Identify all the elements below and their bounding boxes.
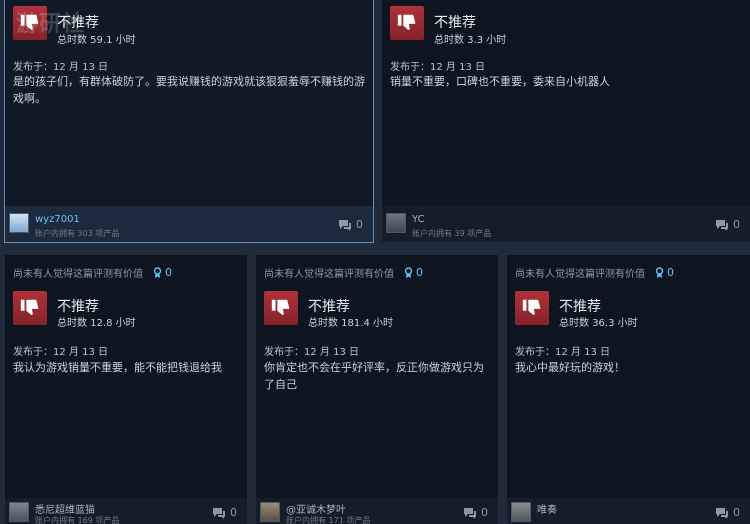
- comment-count[interactable]: 0: [338, 218, 363, 231]
- comment-count[interactable]: 0: [463, 506, 488, 519]
- reviewer-products: 账户内拥有 39 项产品: [412, 229, 492, 238]
- review-card[interactable]: 不推荐 总时数 59.1 小时 发布于：12 月 13 日 是的孩子们，有群体破…: [4, 0, 374, 243]
- review-text: 是的孩子们，有群体破防了。要我说赚钱的游戏就该狠狠羞辱不赚钱的游戏啊。: [13, 75, 365, 105]
- review-text: 你肯定也不会在乎好评率，反正你做游戏只为了自己: [264, 361, 484, 391]
- comment-count[interactable]: 0: [212, 506, 237, 519]
- avatar[interactable]: [9, 213, 29, 233]
- reviewer-products: 账户内拥有 169 项产品: [35, 516, 120, 524]
- posted-date: 发布于：12 月 13 日: [515, 347, 610, 358]
- review-text: 销量不重要，口碑也不重要，委来自小机器人: [390, 75, 610, 88]
- review-footer: wyz7001 账户内拥有 303 项产品 0: [5, 206, 373, 242]
- posted-date: 发布于：12 月 13 日: [13, 62, 108, 73]
- comment-icon: [339, 219, 351, 231]
- review-verdict: 不推荐: [559, 299, 601, 315]
- reviewer-products: 账户内拥有 303 项产品: [35, 229, 120, 238]
- comment-icon: [716, 507, 728, 519]
- comment-count[interactable]: 0: [715, 506, 740, 519]
- reviewer-products: 账户内拥有 171 项产品: [286, 516, 371, 524]
- award-icon: [655, 266, 664, 278]
- review-card[interactable]: 尚未有人觉得这篇评测有价值 0 不推荐 总时数 181.4 小时 发布于：12 …: [256, 255, 498, 524]
- comment-count[interactable]: 0: [715, 218, 740, 231]
- thumbs-down-icon: [390, 6, 424, 40]
- avatar[interactable]: [260, 502, 280, 522]
- helpful-bar: 尚未有人觉得这篇评测有价值 0: [515, 265, 674, 280]
- review-card[interactable]: 尚未有人觉得这篇评测有价值 0 不推荐 总时数 36.3 小时 发布于：12 月…: [507, 255, 750, 524]
- review-footer: @亚诚木梦叶 账户内拥有 171 项产品 0: [256, 498, 498, 524]
- review-card[interactable]: 尚未有人觉得这篇评测有价值 0 不推荐 总时数 12.8 小时 发布于：12 月…: [5, 255, 247, 524]
- avatar[interactable]: [9, 502, 29, 522]
- award-icon: [153, 266, 162, 278]
- posted-date: 发布于：12 月 13 日: [264, 347, 359, 358]
- award-button[interactable]: 0: [404, 266, 423, 279]
- review-text: 我认为游戏销量不重要，能不能把钱退给我: [13, 361, 222, 374]
- award-button[interactable]: 0: [153, 266, 172, 279]
- review-card[interactable]: 不推荐 总时数 3.3 小时 发布于：12 月 13 日 销量不重要，口碑也不重…: [382, 0, 750, 242]
- comment-icon: [464, 507, 476, 519]
- review-verdict: 不推荐: [57, 15, 99, 31]
- reviewer-name[interactable]: @亚诚木梦叶: [286, 501, 346, 516]
- review-footer: 唯奏 0: [507, 498, 750, 524]
- posted-date: 发布于：12 月 13 日: [13, 347, 108, 358]
- playtime-hours: 总时数 181.4 小时: [308, 318, 393, 329]
- helpful-text: 尚未有人觉得这篇评测有价值: [264, 269, 394, 280]
- comment-icon: [213, 507, 225, 519]
- comment-icon: [716, 219, 728, 231]
- thumbs-down-icon: [13, 291, 47, 325]
- reviewer-name[interactable]: YC: [412, 214, 425, 225]
- playtime-hours: 总时数 36.3 小时: [559, 318, 638, 329]
- review-footer: 悉尼超维蓝猫 账户内拥有 169 项产品 0: [5, 498, 247, 524]
- reviewer-name[interactable]: wyz7001: [35, 214, 80, 225]
- avatar[interactable]: [386, 213, 406, 233]
- avatar[interactable]: [511, 502, 531, 522]
- thumbs-down-icon: [13, 6, 47, 40]
- review-footer: YC 账户内拥有 39 项产品 0: [382, 206, 750, 242]
- reviewer-name[interactable]: 唯奏: [537, 501, 557, 516]
- helpful-text: 尚未有人觉得这篇评测有价值: [515, 269, 645, 280]
- playtime-hours: 总时数 12.8 小时: [57, 318, 136, 329]
- thumbs-down-icon: [264, 291, 298, 325]
- review-verdict: 不推荐: [308, 299, 350, 315]
- helpful-text: 尚未有人觉得这篇评测有价值: [13, 269, 143, 280]
- posted-date: 发布于：12 月 13 日: [390, 62, 485, 73]
- thumbs-down-icon: [515, 291, 549, 325]
- helpful-bar: 尚未有人觉得这篇评测有价值 0: [264, 265, 423, 280]
- reviewer-name[interactable]: 悉尼超维蓝猫: [35, 501, 95, 516]
- review-verdict: 不推荐: [57, 299, 99, 315]
- review-text: 我心中最好玩的游戏！: [515, 361, 625, 374]
- award-icon: [404, 266, 413, 278]
- award-button[interactable]: 0: [655, 266, 674, 279]
- review-verdict: 不推荐: [434, 15, 476, 31]
- playtime-hours: 总时数 59.1 小时: [57, 35, 136, 46]
- playtime-hours: 总时数 3.3 小时: [434, 35, 507, 46]
- helpful-bar: 尚未有人觉得这篇评测有价值 0: [13, 265, 172, 280]
